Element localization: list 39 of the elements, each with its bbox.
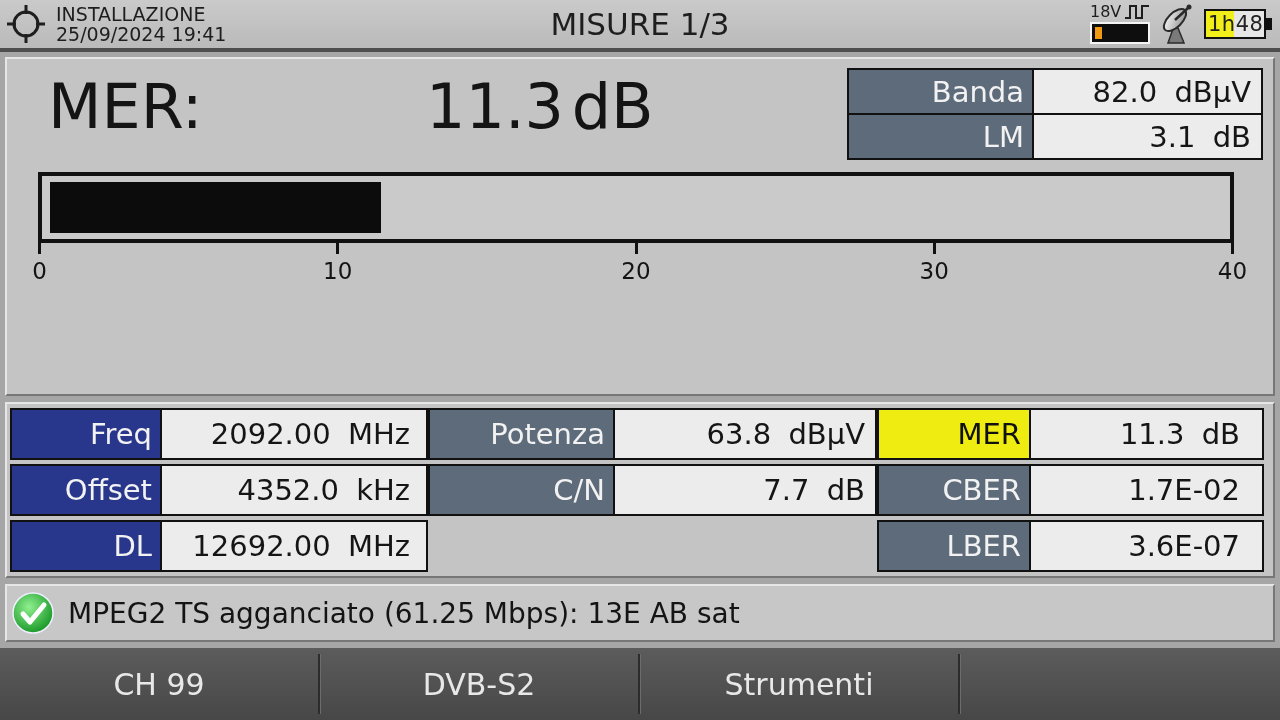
reading-value: 7.7 dB (615, 466, 875, 514)
reading-value: 11.3 dB (1031, 410, 1262, 458)
param-value: 82.0 dBµV (1034, 70, 1261, 113)
square-wave-icon (1125, 4, 1150, 20)
reading-label: CBER (879, 466, 1029, 514)
reading-value: 3.6E-07 (1031, 522, 1262, 570)
crosshair-icon (6, 4, 46, 44)
scale-label: 20 (621, 258, 651, 284)
param-label: Banda (849, 70, 1032, 113)
status-text: MPEG2 TS agganciato (61.25 Mbps): 13E AB sat (68, 596, 740, 630)
measure-reading: 11.3 dB (426, 74, 654, 140)
scale-label: 30 (919, 258, 949, 284)
reading-label: LBER (879, 522, 1029, 570)
scale-label: 10 (323, 258, 353, 284)
param-label: LM (849, 115, 1032, 158)
softkey-button[interactable]: Strumenti (640, 654, 960, 714)
reading-label: Offset (12, 466, 160, 514)
reading-label: Potenza (430, 410, 613, 458)
reading-label: C/N (430, 466, 613, 514)
reading-label: DL (12, 522, 160, 570)
reading-label: Freq (12, 410, 160, 458)
satellite-dish-icon (1160, 4, 1194, 44)
lnb-voltage-text: 18V (1090, 4, 1122, 20)
reading-label: MER (879, 410, 1029, 458)
power-bar-icon (1090, 22, 1150, 44)
reading-value: 4352.0 kHz (162, 466, 426, 514)
scale-label: 40 (1217, 258, 1248, 284)
softkey-button[interactable]: DVB-S2 (320, 654, 640, 714)
scale-label: 0 (32, 258, 47, 284)
mode-text: INSTALLAZIONE (56, 4, 206, 24)
param-value: 3.1 dB (1034, 115, 1261, 158)
reading-value: 12692.00 MHz (162, 522, 426, 570)
reading-value: 63.8 dBµV (615, 410, 875, 458)
reading-value: 2092.00 MHz (162, 410, 426, 458)
reading-value: 1.7E-02 (1031, 466, 1262, 514)
measure-label: MER: (48, 74, 203, 140)
datetime-text: 25/09/2024 19:41 (56, 24, 227, 44)
softkey-button[interactable]: CH 99 (0, 654, 320, 714)
screen-title: MISURE 1/3 (550, 6, 730, 42)
